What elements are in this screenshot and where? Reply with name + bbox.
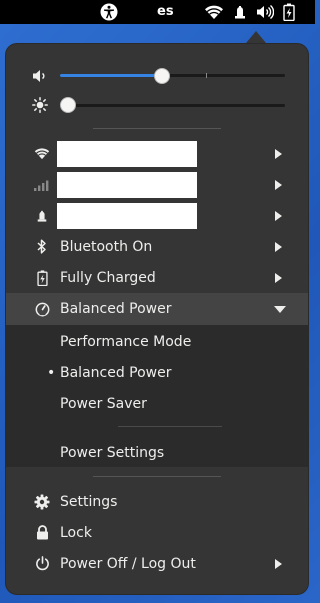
battery-label: Fully Charged [60,269,156,286]
chevron-right-icon [275,231,282,262]
wifi-row[interactable] [6,138,308,169]
battery-charged-icon [32,262,52,293]
settings-item[interactable]: Settings [6,486,308,517]
balanced-power-label: Balanced Power [60,364,172,381]
top-bar: es [0,0,315,24]
power-saver-label: Power Saver [60,395,147,412]
system-menu: Bluetooth On Fully Charged Balanced Powe… [5,43,309,595]
power-mode-submenu: Performance Mode • Balanced Power Power … [6,325,308,467]
power-profile-icon [32,293,52,325]
volume-low-icon[interactable] [30,60,50,91]
vpn-icon [235,6,245,19]
bluetooth-label: Bluetooth On [60,238,153,255]
accessibility-icon[interactable] [99,0,119,24]
wifi-network-name-redacted [57,141,197,167]
wifi-icon [205,5,223,19]
mobile-broadband-row[interactable] [6,169,308,200]
separator [93,476,221,477]
power-mode-balanced[interactable]: • Balanced Power [6,357,308,388]
vpn-icon [32,200,52,231]
battery-row[interactable]: Fully Charged [6,262,308,293]
chevron-right-icon [275,169,282,200]
brightness-slider-track[interactable] [60,104,285,107]
power-mode-performance[interactable]: Performance Mode [6,326,308,357]
power-off-item[interactable]: Power Off / Log Out [6,548,308,579]
status-area[interactable] [204,0,295,24]
volume-icon [257,4,274,20]
battery-icon [283,3,295,21]
selected-marker: • [47,364,56,381]
gear-icon [32,486,52,517]
brightness-icon [30,89,50,120]
power-settings-item[interactable]: Power Settings [6,437,308,468]
power-off-label: Power Off / Log Out [60,555,196,572]
volume-slider-fill [60,74,163,77]
settings-label: Settings [60,493,118,510]
power-mode-saver[interactable]: Power Saver [6,388,308,419]
separator [93,128,221,129]
bluetooth-row[interactable]: Bluetooth On [6,231,308,262]
cellular-icon [32,169,52,200]
lock-icon [32,517,52,548]
power-mode-row[interactable]: Balanced Power [6,293,308,325]
menu-pointer [246,31,266,43]
volume-slider-knob[interactable] [154,68,171,84]
bluetooth-icon [32,231,52,262]
power-settings-label: Power Settings [60,444,165,461]
wifi-icon [32,138,52,169]
mobile-network-name-redacted [57,172,197,198]
chevron-right-icon [275,262,282,293]
chevron-right-icon [275,138,282,169]
lock-item[interactable]: Lock [6,517,308,548]
performance-mode-label: Performance Mode [60,333,192,350]
power-mode-label: Balanced Power [60,301,172,317]
brightness-slider-knob[interactable] [60,97,76,113]
vpn-name-redacted [57,203,197,229]
power-icon [32,548,52,579]
lock-label: Lock [60,524,92,541]
chevron-right-icon [275,548,282,579]
language-indicator[interactable]: es [157,0,174,24]
chevron-down-icon [274,293,286,325]
separator [118,426,222,427]
chevron-right-icon [275,200,282,231]
vpn-row[interactable] [6,200,308,231]
volume-slider-mark [206,73,207,78]
